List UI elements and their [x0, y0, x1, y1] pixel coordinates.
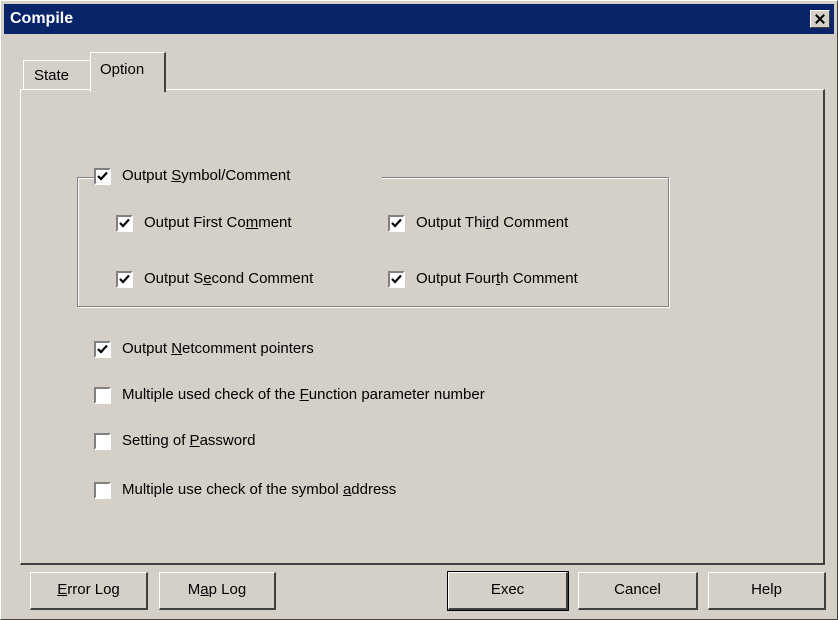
checkbox-box — [94, 387, 111, 404]
cancel-button[interactable]: Cancel — [578, 572, 698, 610]
output-symbol-comment-checkbox[interactable]: Output Symbol/Comment — [94, 167, 382, 187]
output-first-comment-checkbox[interactable]: Output First Comment — [116, 214, 346, 234]
checkbox-box — [94, 168, 111, 185]
output-third-comment-label: Output Third Comment — [416, 214, 569, 231]
help-button[interactable]: Help — [708, 572, 826, 610]
checkbox-box — [388, 271, 405, 288]
output-fourth-comment-label: Output Fourth Comment — [416, 270, 578, 287]
output-netcomment-pointers-checkbox[interactable]: Output Netcomment pointers — [94, 340, 394, 360]
checkmark-icon — [119, 274, 130, 284]
output-symbol-comment-label: Output Symbol/Comment — [122, 167, 291, 184]
function-parameter-check-label: Multiple used check of the Function para… — [122, 386, 485, 403]
checkmark-icon — [97, 171, 108, 181]
checkbox-box — [116, 271, 133, 288]
checkbox-box — [116, 215, 133, 232]
checkbox-box — [94, 433, 111, 450]
checkmark-icon — [119, 218, 130, 228]
output-third-comment-checkbox[interactable]: Output Third Comment — [388, 214, 618, 234]
output-second-comment-checkbox[interactable]: Output Second Comment — [116, 270, 356, 290]
title-bar[interactable]: Compile — [4, 4, 834, 34]
exec-button[interactable]: Exec — [447, 571, 569, 611]
checkmark-icon — [391, 218, 402, 228]
symbol-address-check-checkbox[interactable]: Multiple use check of the symbol address — [94, 481, 494, 501]
symbol-address-check-label: Multiple use check of the symbol address — [122, 481, 397, 498]
setting-of-password-label: Setting of Password — [122, 432, 256, 449]
tab-option[interactable]: Option — [90, 52, 166, 92]
tab-state-label: State — [34, 67, 70, 84]
output-netcomment-pointers-label: Output Netcomment pointers — [122, 340, 314, 357]
close-icon[interactable] — [810, 10, 830, 28]
function-parameter-check-checkbox[interactable]: Multiple used check of the Function para… — [94, 386, 574, 406]
checkbox-box — [94, 482, 111, 499]
tab-option-label: Option — [100, 61, 145, 78]
checkbox-box — [388, 215, 405, 232]
setting-of-password-checkbox[interactable]: Setting of Password — [94, 432, 344, 452]
checkmark-icon — [97, 344, 108, 354]
checkbox-box — [94, 341, 111, 358]
map-log-button[interactable]: Map Log — [159, 572, 276, 610]
tab-state[interactable]: State — [23, 60, 91, 90]
output-second-comment-label: Output Second Comment — [144, 270, 314, 287]
window-title: Compile — [10, 10, 74, 27]
error-log-button[interactable]: Error Log — [30, 572, 148, 610]
checkmark-icon — [391, 274, 402, 284]
output-fourth-comment-checkbox[interactable]: Output Fourth Comment — [388, 270, 628, 290]
output-first-comment-label: Output First Comment — [144, 214, 292, 231]
